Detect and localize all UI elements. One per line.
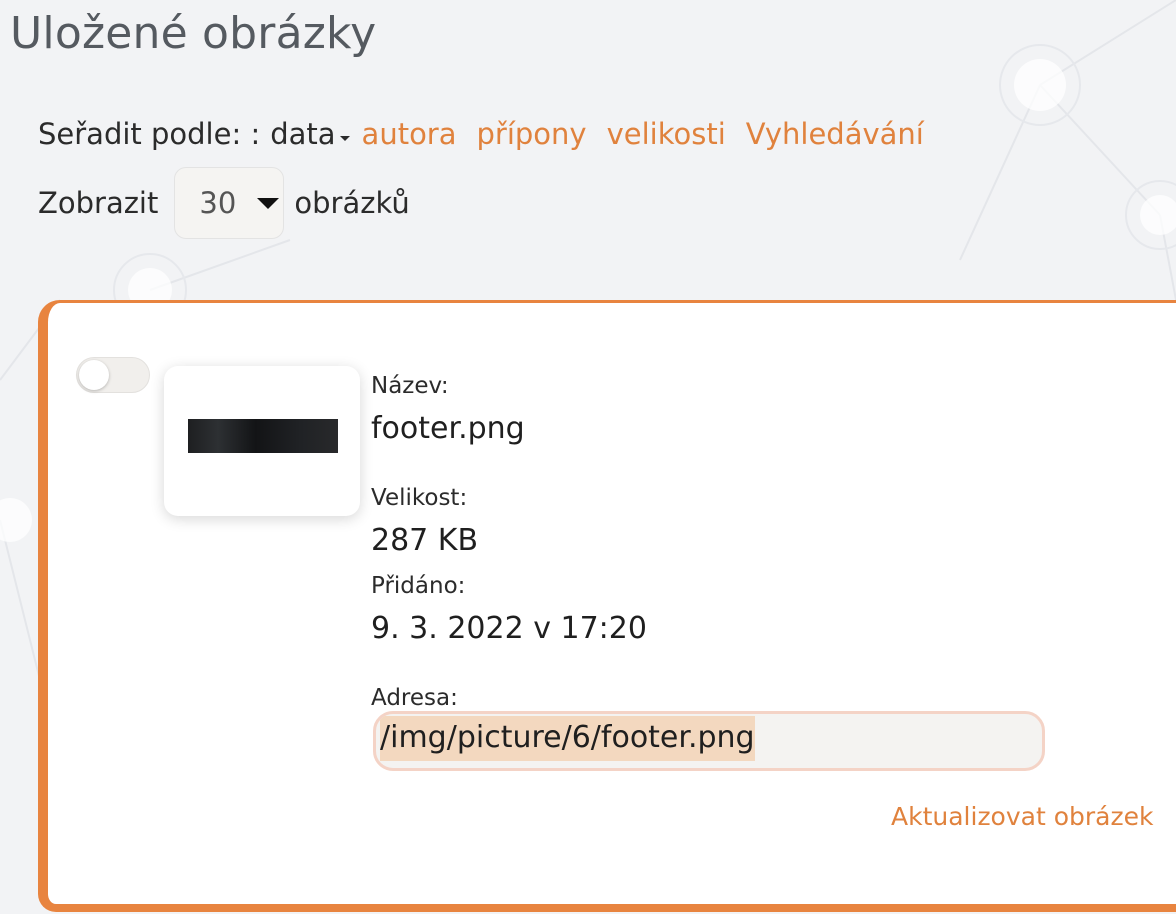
sort-by-size-link[interactable]: velikosti — [607, 117, 726, 151]
search-link[interactable]: Vyhledávání — [746, 117, 924, 151]
sort-by-extension-link[interactable]: přípony — [477, 117, 587, 151]
page-title: Uložené obrázky — [10, 8, 377, 59]
address-field[interactable]: /img/picture/6/footer.png — [373, 711, 1045, 771]
per-page-value: 30 — [199, 186, 237, 220]
sort-by-author-link[interactable]: autora — [362, 117, 457, 151]
show-label: Zobrazit — [38, 186, 159, 220]
per-page-select[interactable]: 30 — [174, 167, 285, 239]
select-toggle[interactable] — [76, 357, 150, 393]
address-value: /img/picture/6/footer.png — [380, 716, 755, 761]
toggle-knob — [79, 360, 109, 390]
sort-controls: Seřadit podle: : data autora přípony velikos… — [38, 116, 944, 152]
size-value: 287 KB — [371, 523, 479, 558]
images-label: obrázků — [294, 186, 410, 220]
added-label: Přidáno: — [371, 573, 466, 599]
sort-label: Seřadit podle: : — [38, 117, 261, 151]
sort-by-date-active[interactable]: data — [270, 117, 335, 151]
thumbnail-image — [188, 419, 338, 453]
per-page-controls: Zobrazit 30 obrázků — [38, 166, 410, 240]
update-image-link[interactable]: Aktualizovat obrázek — [891, 802, 1153, 831]
image-thumbnail[interactable] — [164, 366, 360, 516]
image-card: Název: footer.png Velikost: 287 KB Přidá… — [38, 300, 1176, 912]
size-label: Velikost: — [371, 485, 468, 511]
name-label: Název: — [371, 373, 449, 399]
name-value: footer.png — [371, 411, 525, 446]
caret-down-icon — [257, 198, 280, 209]
address-label: Adresa: — [371, 685, 458, 711]
added-value: 9. 3. 2022 v 17:20 — [371, 611, 647, 646]
caret-down-icon[interactable] — [339, 135, 350, 141]
